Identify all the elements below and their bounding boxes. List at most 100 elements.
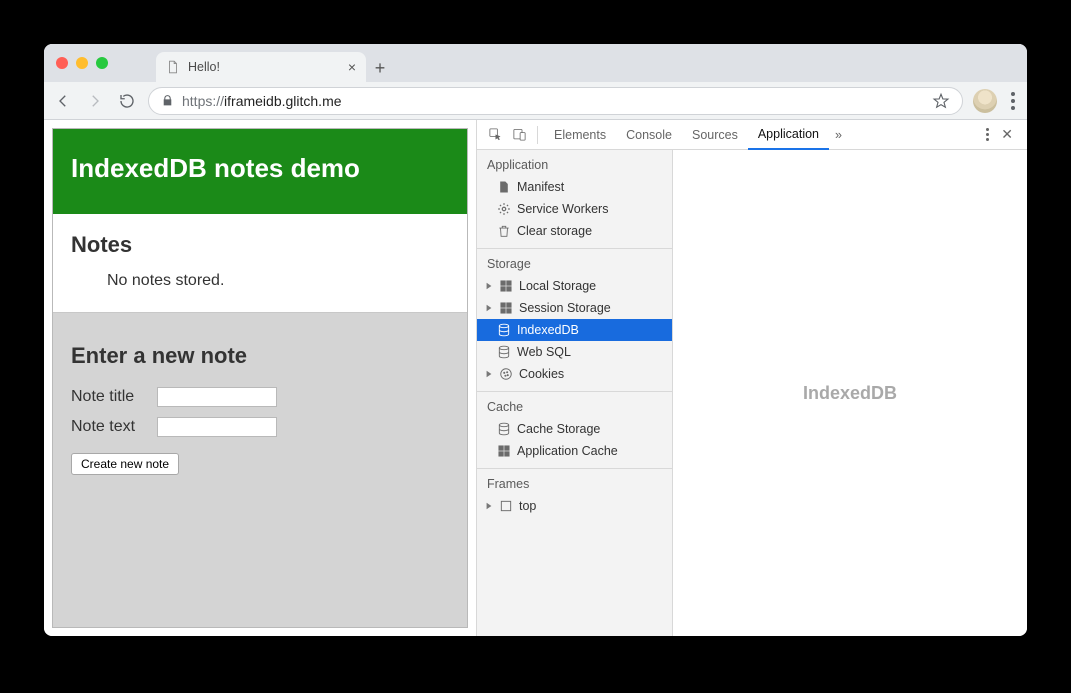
browser-menu-button[interactable] [1007,92,1019,110]
browser-window: Hello! × + https://iframeidb.glitch.me [44,44,1027,636]
item-label: Application Cache [517,444,618,458]
tab-application[interactable]: Application [748,120,829,150]
group-heading: Cache [477,392,672,418]
devtools-tabbar: Elements Console Sources Application » ✕ [477,120,1027,150]
window-minimize-button[interactable] [76,57,88,69]
item-label: Cache Storage [517,422,600,436]
item-label: top [519,499,536,513]
item-label: Session Storage [519,301,611,315]
tab-strip: Hello! × + [44,44,1027,82]
main-placeholder: IndexedDB [803,383,897,404]
item-label: Clear storage [517,224,592,238]
cookie-icon [499,367,513,381]
sidebar-item-frame-top[interactable]: top [477,495,672,517]
sidebar-item-application-cache[interactable]: Application Cache [477,440,672,462]
window-maximize-button[interactable] [96,57,108,69]
sidebar-item-websql[interactable]: Web SQL [477,341,672,363]
devtools-menu-button[interactable] [982,128,993,141]
tab-sources[interactable]: Sources [682,120,748,150]
lock-icon [161,94,174,107]
expand-icon[interactable] [485,502,493,510]
url-scheme: https:// [182,93,224,109]
sidebar-item-cookies[interactable]: Cookies [477,363,672,385]
sidebar-item-service-workers[interactable]: Service Workers [477,198,672,220]
item-label: IndexedDB [517,323,579,337]
group-storage: Storage Local Storage Session Storage [477,249,672,392]
browser-tab[interactable]: Hello! × [156,52,366,82]
sidebar-item-session-storage[interactable]: Session Storage [477,297,672,319]
item-label: Manifest [517,180,564,194]
device-toolbar-button[interactable] [507,127,531,142]
forward-button[interactable] [84,90,106,112]
page-container: IndexedDB notes demo Notes No notes stor… [52,128,468,628]
item-label: Web SQL [517,345,571,359]
file-icon [166,60,180,74]
frame-icon [499,499,513,513]
group-application: Application Manifest Service Workers [477,150,672,249]
notes-empty-message: No notes stored. [71,272,449,290]
group-heading: Storage [477,249,672,275]
tabs-overflow-button[interactable]: » [829,120,848,150]
group-heading: Application [477,150,672,176]
sidebar-item-clear-storage[interactable]: Clear storage [477,220,672,242]
note-title-field: Note title [71,387,449,407]
reload-button[interactable] [116,90,138,112]
separator [537,126,538,144]
grid-icon [499,301,513,315]
group-heading: Frames [477,469,672,495]
tab-elements[interactable]: Elements [544,120,616,150]
window-controls [56,57,108,69]
window-close-button[interactable] [56,57,68,69]
tab-console[interactable]: Console [616,120,682,150]
note-title-input[interactable] [157,387,277,407]
notes-heading: Notes [71,232,449,258]
database-icon [497,422,511,436]
sidebar-item-manifest[interactable]: Manifest [477,176,672,198]
tab-close-button[interactable]: × [348,59,356,75]
item-label: Cookies [519,367,564,381]
expand-icon[interactable] [485,304,493,312]
tab-title: Hello! [188,60,340,74]
form-heading: Enter a new note [71,343,449,369]
content-area: IndexedDB notes demo Notes No notes stor… [44,120,1027,636]
group-cache: Cache Cache Storage Application Cache [477,392,672,469]
group-frames: Frames top [477,469,672,523]
trash-icon [497,224,511,238]
application-sidebar: Application Manifest Service Workers [477,150,673,636]
new-note-form: Enter a new note Note title Note text Cr… [53,312,467,627]
item-label: Service Workers [517,202,608,216]
database-icon [497,323,511,337]
url: https://iframeidb.glitch.me [182,93,342,109]
devtools-body: Application Manifest Service Workers [477,150,1027,636]
note-text-label: Note text [71,418,147,436]
sidebar-item-indexeddb[interactable]: IndexedDB [477,319,672,341]
browser-toolbar: https://iframeidb.glitch.me [44,82,1027,120]
url-host: iframeidb.glitch.me [224,93,342,109]
web-page: IndexedDB notes demo Notes No notes stor… [44,120,476,636]
new-tab-button[interactable]: + [366,54,394,82]
bookmark-star-icon[interactable] [932,92,950,110]
page-title: IndexedDB notes demo [53,129,467,214]
devtools-main-panel: IndexedDB [673,150,1027,636]
notes-section: Notes No notes stored. [53,214,467,312]
sidebar-item-local-storage[interactable]: Local Storage [477,275,672,297]
expand-icon[interactable] [485,282,493,290]
grid-icon [499,279,513,293]
devtools: Elements Console Sources Application » ✕… [476,120,1027,636]
gear-icon [497,202,511,216]
database-icon [497,345,511,359]
inspect-element-button[interactable] [483,127,507,142]
grid-icon [497,444,511,458]
file-icon [497,180,511,194]
back-button[interactable] [52,90,74,112]
create-note-button[interactable]: Create new note [71,453,179,475]
sidebar-item-cache-storage[interactable]: Cache Storage [477,418,672,440]
address-bar[interactable]: https://iframeidb.glitch.me [148,87,963,115]
note-text-input[interactable] [157,417,277,437]
profile-avatar[interactable] [973,89,997,113]
note-text-field: Note text [71,417,449,437]
devtools-close-button[interactable]: ✕ [993,126,1021,143]
item-label: Local Storage [519,279,596,293]
expand-icon[interactable] [485,370,493,378]
note-title-label: Note title [71,388,147,406]
